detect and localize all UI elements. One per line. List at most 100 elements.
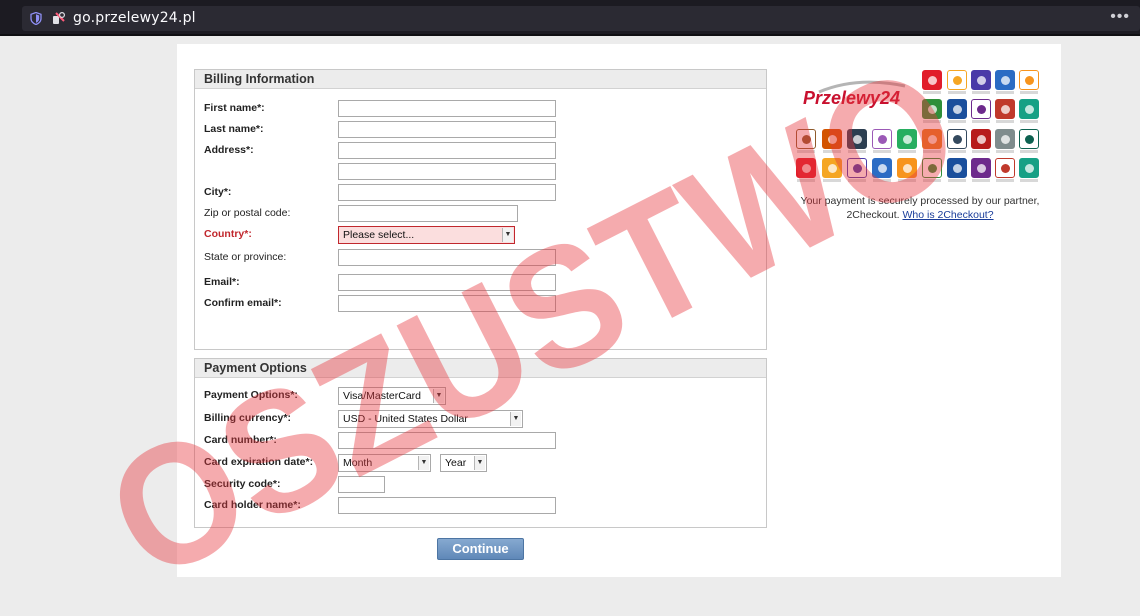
chevron-down-icon: ▼ — [418, 456, 429, 470]
bank-logo-caption — [1020, 150, 1038, 153]
bank-logo-caption — [923, 120, 941, 123]
bank-logo-icon — [1019, 158, 1039, 178]
bank-logo-icon — [822, 129, 842, 149]
bank-logo-caption — [898, 179, 916, 182]
address-line1-input[interactable] — [338, 142, 556, 159]
bank-logo-caption — [972, 150, 990, 153]
address-line2-input[interactable] — [338, 163, 556, 180]
first-name-label: First name*: — [204, 102, 265, 114]
card-holder-input[interactable] — [338, 497, 556, 514]
bank-logo-icon — [947, 158, 967, 178]
bank-logo-icon — [796, 158, 816, 178]
confirm-email-input[interactable] — [338, 295, 556, 312]
bank-logo-icon — [1019, 70, 1039, 90]
expiration-label: Card expiration date*: — [204, 456, 314, 468]
last-name-input[interactable] — [338, 121, 556, 138]
bank-logo-caption — [972, 179, 990, 182]
zip-input[interactable] — [338, 205, 518, 222]
expiration-month-select[interactable]: Month ▼ — [338, 454, 431, 472]
bank-logo-caption — [823, 179, 841, 182]
chevron-down-icon: ▼ — [502, 228, 513, 242]
chevron-down-icon: ▼ — [433, 389, 444, 403]
billing-information-panel: Billing Information First name*: Last na… — [194, 69, 767, 350]
url-text[interactable]: go.przelewy24.pl — [73, 10, 196, 26]
country-select-value: Please select... — [343, 229, 415, 241]
security-code-label: Security code*: — [204, 478, 281, 490]
bank-logo-caption — [996, 91, 1014, 94]
bank-logo-caption — [823, 150, 841, 153]
confirm-email-label: Confirm email*: — [204, 297, 282, 309]
bank-logo-caption — [972, 120, 990, 123]
bank-logo-caption — [923, 150, 941, 153]
bank-logo-caption — [923, 179, 941, 182]
billing-currency-select[interactable]: USD - United States Dollar ▼ — [338, 410, 523, 428]
bank-logo-caption — [797, 150, 815, 153]
secure-processing-note: Your payment is securely processed by ou… — [789, 194, 1051, 222]
bank-logo-icon — [922, 158, 942, 178]
country-select[interactable]: Please select... ▼ — [338, 226, 515, 244]
bank-logo-icon — [971, 70, 991, 90]
bank-logo-icon — [922, 70, 942, 90]
bank-logo-icon — [796, 129, 816, 149]
payment-options-label: Payment Options*: — [204, 389, 298, 401]
bank-logo-caption — [1020, 120, 1038, 123]
bank-logo-icon — [995, 129, 1015, 149]
bank-logo-icon — [947, 70, 967, 90]
billing-currency-label: Billing currency*: — [204, 412, 291, 424]
bank-logo-icon — [872, 129, 892, 149]
email-label: Email*: — [204, 276, 240, 288]
bank-logo-icon — [922, 129, 942, 149]
bank-logo-caption — [1020, 179, 1038, 182]
bank-logo-caption — [948, 120, 966, 123]
bank-logo-caption — [873, 179, 891, 182]
city-input[interactable] — [338, 184, 556, 201]
payment-options-title: Payment Options — [195, 359, 766, 378]
bank-logo-icon — [947, 129, 967, 149]
bank-logo-caption — [948, 179, 966, 182]
chevron-down-icon: ▼ — [474, 456, 485, 470]
billing-currency-value: USD - United States Dollar — [343, 413, 468, 425]
bank-logo-icon — [1019, 99, 1039, 119]
city-label: City*: — [204, 186, 232, 198]
bank-logo-icon — [971, 129, 991, 149]
payment-options-value: Visa/MasterCard — [343, 390, 422, 402]
przelewy24-logo: Przelewy24 — [803, 88, 901, 108]
who-is-2checkout-link[interactable]: Who is 2Checkout? — [903, 209, 994, 221]
bank-logo-caption — [996, 120, 1014, 123]
bank-logo-icon — [995, 70, 1015, 90]
expiration-year-value: Year — [445, 457, 467, 469]
bank-logo-icon — [995, 99, 1015, 119]
bank-logo-caption — [1020, 91, 1038, 94]
payment-options-select[interactable]: Visa/MasterCard ▼ — [338, 387, 446, 405]
card-number-input[interactable] — [338, 432, 556, 449]
country-label: Country*: — [204, 228, 252, 240]
bank-logo-icon — [872, 158, 892, 178]
card-holder-label: Card holder name*: — [204, 499, 301, 511]
bank-logo-caption — [848, 150, 866, 153]
chevron-down-icon: ▼ — [510, 412, 521, 426]
bank-logo-caption — [848, 179, 866, 182]
bank-logo-caption — [996, 150, 1014, 153]
continue-button[interactable]: Continue — [437, 538, 524, 560]
email-input[interactable] — [338, 274, 556, 291]
browser-toolbar: go.przelewy24.pl ••• — [0, 0, 1140, 36]
card-number-label: Card number*: — [204, 434, 277, 446]
expiration-year-select[interactable]: Year ▼ — [440, 454, 487, 472]
state-input[interactable] — [338, 249, 556, 266]
site-permissions-icon[interactable] — [52, 11, 66, 25]
bank-logo-caption — [996, 179, 1014, 182]
bank-logo-caption — [923, 91, 941, 94]
zip-label: Zip or postal code: — [204, 207, 291, 219]
first-name-input[interactable] — [338, 100, 556, 117]
security-code-input[interactable] — [338, 476, 385, 493]
bank-logo-caption — [898, 150, 916, 153]
bank-logo-icon — [847, 158, 867, 178]
address-bar[interactable]: go.przelewy24.pl ••• — [22, 6, 1140, 31]
bank-logo-icon — [897, 129, 917, 149]
bank-logo-icon — [922, 99, 942, 119]
ellipsis-icon[interactable]: ••• — [1110, 8, 1130, 26]
bank-logo-icon — [822, 158, 842, 178]
shield-icon[interactable] — [30, 12, 42, 25]
bank-logo-caption — [948, 150, 966, 153]
bank-logo-caption — [972, 91, 990, 94]
